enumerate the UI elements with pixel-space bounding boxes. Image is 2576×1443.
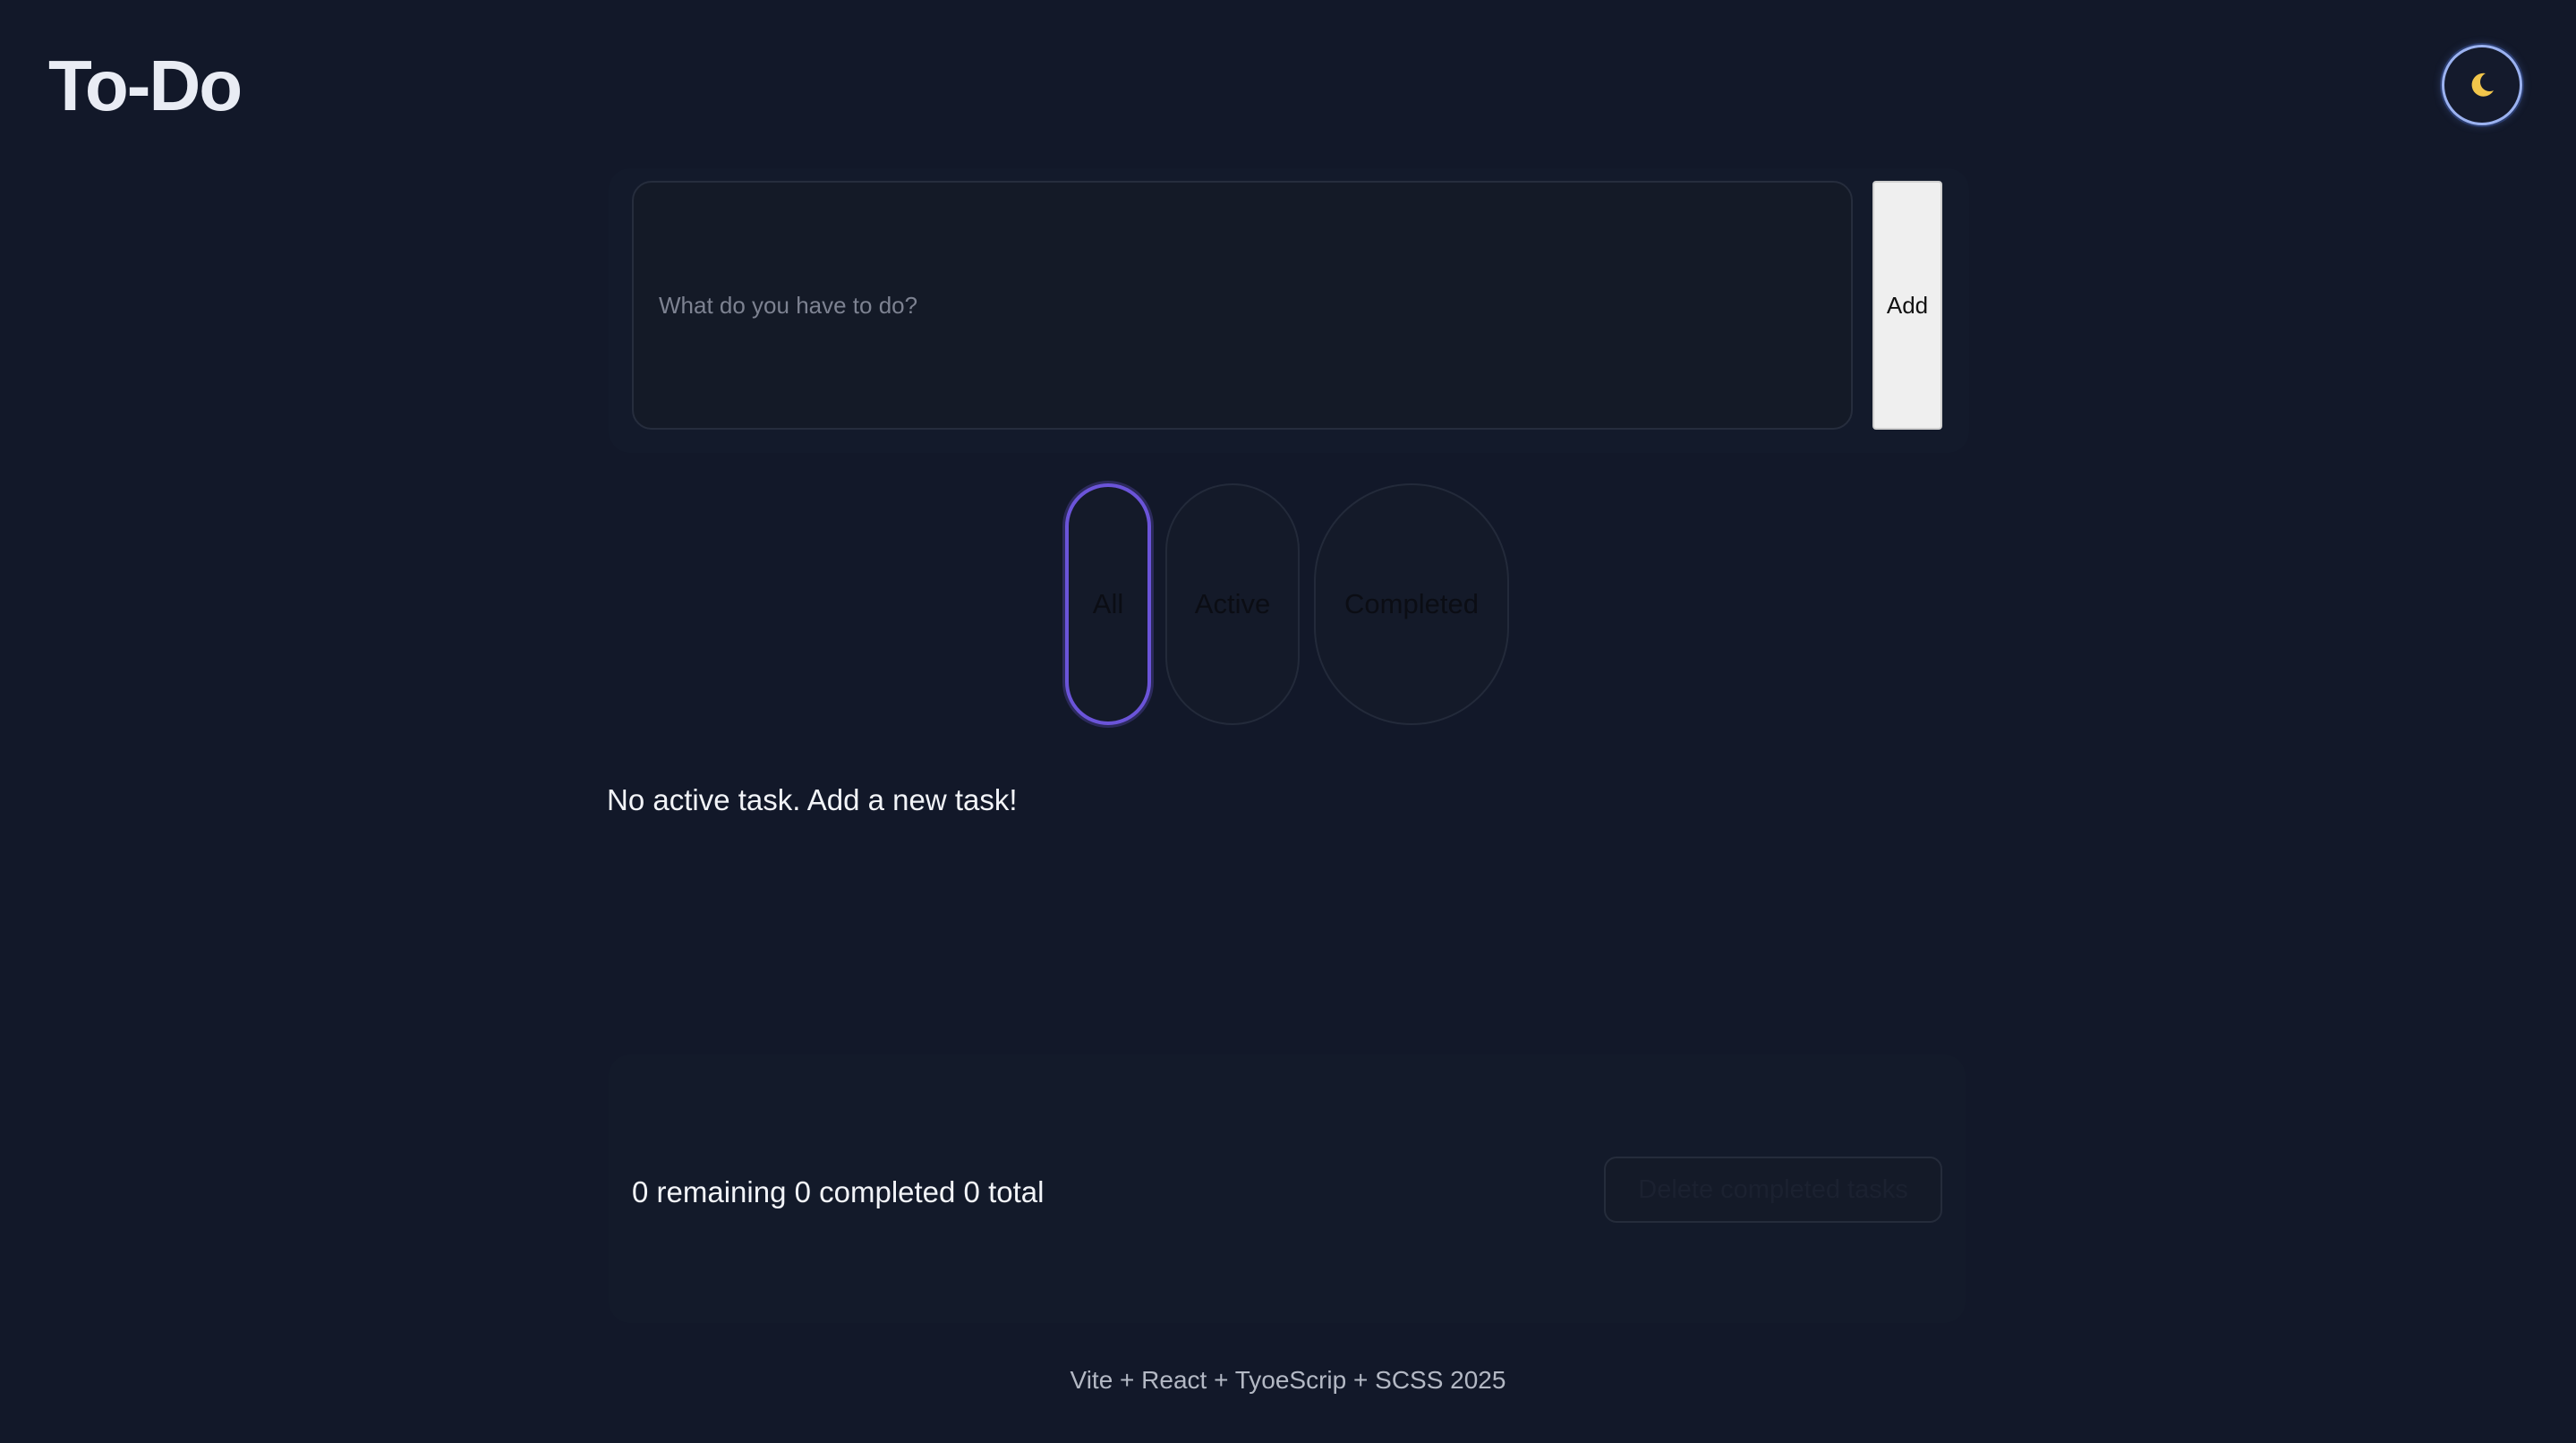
theme-toggle-button[interactable] [2442, 45, 2522, 125]
footer-credit: Vite + React + TyoeScrip + SCSS 2025 [1070, 1366, 1506, 1394]
moon-icon [2466, 69, 2498, 101]
task-stats: 0 remaining 0 completed 0 total [632, 1175, 1045, 1208]
filter-active-button[interactable]: Active [1165, 483, 1300, 725]
new-task-input[interactable] [632, 181, 1853, 430]
filter-completed-button[interactable]: Completed [1314, 483, 1509, 725]
empty-task-message: No active task. Add a new task! [607, 783, 1018, 816]
app-page: To-Do Add All Active Completed No active… [0, 0, 2576, 1443]
add-task-button[interactable]: Add [1872, 181, 1942, 430]
filter-all-button[interactable]: All [1065, 483, 1151, 725]
delete-completed-button[interactable]: Delete completed tasks [1604, 1157, 1942, 1223]
app-title: To-Do [48, 46, 243, 125]
